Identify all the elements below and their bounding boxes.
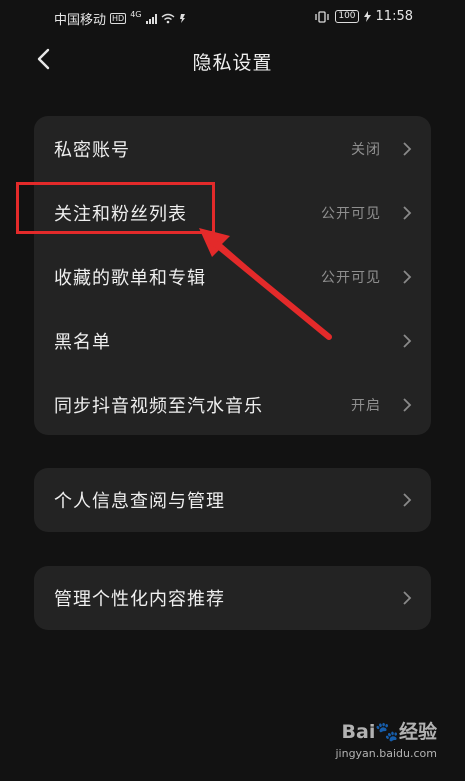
settings-row-saved-playlists[interactable]: 收藏的歌单和专辑 公开可见: [34, 245, 431, 309]
row-value: 公开可见: [321, 270, 381, 286]
settings-row-blacklist[interactable]: 黑名单: [34, 309, 431, 373]
row-label: 私密账号: [54, 140, 130, 161]
row-label: 黑名单: [54, 332, 111, 353]
page-title: 隐私设置: [192, 52, 273, 74]
network-type: 4G: [130, 10, 142, 19]
watermark: Bai🐾经验 jingyan.baidu.com: [317, 717, 437, 767]
settings-row-private-account[interactable]: 私密账号 关闭: [34, 117, 431, 181]
status-time: 11:58: [375, 9, 413, 24]
chevron-right-icon: [403, 206, 412, 220]
watermark-url: jingyan.baidu.com: [335, 747, 437, 760]
recommendation-group: 管理个性化内容推荐: [34, 566, 431, 630]
carrier-name: 中国移动: [54, 13, 107, 28]
notification-icon: [179, 14, 185, 23]
row-value: 开启: [351, 398, 381, 414]
settings-row-personal-info[interactable]: 个人信息查阅与管理: [34, 468, 431, 532]
status-right: 100 11:58: [314, 9, 413, 24]
charging-icon: [363, 11, 371, 22]
row-label: 管理个性化内容推荐: [54, 589, 225, 610]
settings-row-personalized-recommendation[interactable]: 管理个性化内容推荐: [34, 566, 431, 630]
highlight-box: [16, 182, 215, 234]
personal-info-group: 个人信息查阅与管理: [34, 468, 431, 532]
top-bar: 隐私设置: [0, 38, 465, 84]
battery-icon: 100: [335, 10, 359, 23]
chevron-right-icon: [403, 334, 412, 348]
wifi-icon: [161, 13, 174, 24]
status-bar: 中国移动 HD 4G 100 11:58: [0, 0, 465, 34]
chevron-right-icon: [403, 493, 412, 507]
chevron-right-icon: [403, 398, 412, 412]
vibrate-icon: [315, 10, 329, 23]
status-left: 中国移动 HD 4G: [54, 9, 187, 28]
chevron-right-icon: [403, 270, 412, 284]
watermark-logo: Bai🐾经验: [341, 721, 437, 743]
row-label: 个人信息查阅与管理: [54, 491, 225, 512]
chevron-right-icon: [403, 142, 412, 156]
chevron-right-icon: [403, 591, 412, 605]
signal-icon: [145, 13, 157, 24]
row-label: 同步抖音视频至汽水音乐: [54, 396, 263, 417]
hd-badge: HD: [110, 13, 127, 24]
row-label: 收藏的歌单和专辑: [54, 268, 206, 289]
row-value: 公开可见: [321, 206, 381, 222]
row-value: 关闭: [351, 142, 381, 158]
privacy-settings-group: 私密账号 关闭 关注和粉丝列表 公开可见 收藏的歌单和专辑 公开可见 黑名单 同…: [34, 116, 431, 435]
settings-row-sync-douyin-videos[interactable]: 同步抖音视频至汽水音乐 开启: [34, 373, 431, 437]
